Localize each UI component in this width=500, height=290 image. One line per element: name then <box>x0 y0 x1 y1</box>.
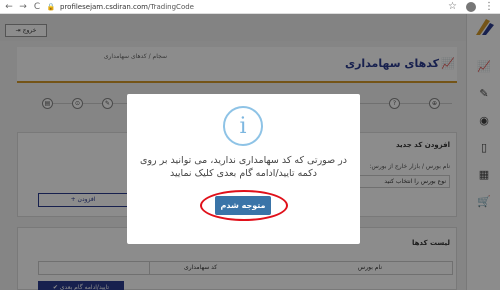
lock-icon: 🔒 <box>46 3 56 11</box>
reload-icon[interactable]: C <box>32 2 42 12</box>
info-glyph: i <box>239 114 247 139</box>
browser-menu-icon[interactable]: ⋮ <box>484 1 494 12</box>
back-icon[interactable]: ← <box>4 2 14 12</box>
browser-toolbar: ← → C 🔒 profilesejam.csdiran.com/Trading… <box>0 0 500 14</box>
info-dialog: i در صورتی که کد سهامداری ندارید، می توا… <box>127 94 360 244</box>
url-path: /TradingCode <box>148 3 194 11</box>
dialog-message: در صورتی که کد سهامداری ندارید، می توانی… <box>140 155 347 179</box>
address-bar[interactable]: profilesejam.csdiran.com/TradingCode <box>60 3 194 11</box>
profile-avatar[interactable] <box>466 2 476 12</box>
forward-icon[interactable]: → <box>18 2 28 12</box>
url-host: profilesejam.csdiran.com <box>60 3 149 11</box>
bookmark-star-icon[interactable]: ☆ <box>448 1 457 12</box>
info-icon: i <box>223 106 263 146</box>
got-it-button[interactable]: متوجه شدم <box>215 196 271 215</box>
